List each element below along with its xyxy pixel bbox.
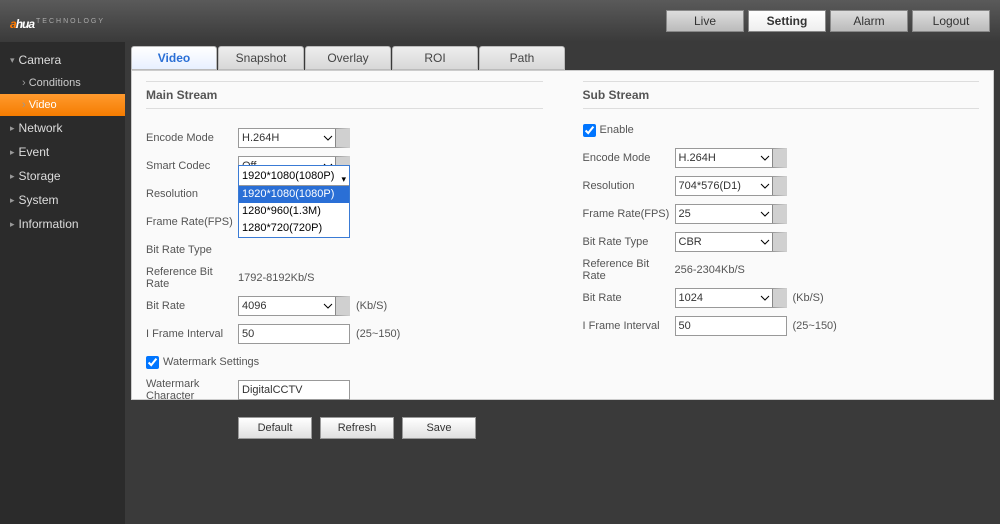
sub-refbr-value: 256-2304Kb/S	[675, 264, 745, 276]
nav-buttons: Live Setting Alarm Logout	[666, 10, 990, 32]
sub-fps-select[interactable]: 25	[675, 204, 787, 224]
nav-setting[interactable]: Setting	[748, 10, 826, 32]
sub-resolution-select[interactable]: 704*576(D1)	[675, 176, 787, 196]
main-panel: Video Snapshot Overlay ROI Path Main Str…	[125, 42, 1000, 524]
sub-brtype-select[interactable]: CBR	[675, 232, 787, 252]
sidebar-event[interactable]: Event	[0, 140, 125, 164]
resolution-current[interactable]: 1920*1080(1080P)	[239, 166, 349, 186]
main-stream-column: Main Stream Encode ModeH.264H Smart Code…	[146, 81, 543, 439]
sub-encode-mode-select[interactable]: H.264H	[675, 148, 787, 168]
nav-live[interactable]: Live	[666, 10, 744, 32]
sub-encode-mode-label: Encode Mode	[583, 152, 675, 164]
resolution-option-720p[interactable]: 1280*720(720P)	[239, 220, 349, 237]
sub-bitrate-select[interactable]: 1024	[675, 288, 787, 308]
sidebar-information[interactable]: Information	[0, 212, 125, 236]
enable-label: Enable	[600, 124, 634, 136]
sidebar-conditions[interactable]: Conditions	[0, 72, 125, 94]
tab-path[interactable]: Path	[479, 46, 565, 70]
header: ahua TECHNOLOGY Live Setting Alarm Logou…	[0, 0, 1000, 42]
nav-alarm[interactable]: Alarm	[830, 10, 908, 32]
logo-subtitle: TECHNOLOGY	[36, 18, 105, 25]
brand-logo: ahua	[10, 8, 34, 34]
tab-snapshot[interactable]: Snapshot	[218, 46, 304, 70]
sub-iframe-suffix: (25~150)	[793, 320, 837, 332]
sub-brtype-label: Bit Rate Type	[583, 236, 675, 248]
tab-video[interactable]: Video	[131, 46, 217, 70]
action-buttons: Default Refresh Save	[238, 417, 543, 439]
sidebar: Camera Conditions Video Network Event St…	[0, 42, 125, 524]
sidebar-storage[interactable]: Storage	[0, 164, 125, 188]
resolution-label: Resolution	[146, 188, 238, 200]
resolution-option-1080p[interactable]: 1920*1080(1080P)	[239, 186, 349, 203]
smart-codec-label: Smart Codec	[146, 160, 238, 172]
sub-bitrate-label: Bit Rate	[583, 292, 675, 304]
bitrate-suffix: (Kb/S)	[356, 300, 387, 312]
iframe-input[interactable]	[238, 324, 350, 344]
bitrate-label: Bit Rate	[146, 300, 238, 312]
brtype-label: Bit Rate Type	[146, 244, 238, 256]
sub-stream-title: Sub Stream	[583, 81, 980, 109]
watermark-label: Watermark Settings	[163, 356, 259, 368]
refresh-button[interactable]: Refresh	[320, 417, 394, 439]
iframe-suffix: (25~150)	[356, 328, 400, 340]
iframe-label: I Frame Interval	[146, 328, 238, 340]
watermark-checkbox[interactable]	[146, 356, 159, 369]
sub-bitrate-suffix: (Kb/S)	[793, 292, 824, 304]
refbr-value: 1792-8192Kb/S	[238, 272, 314, 284]
enable-checkbox[interactable]	[583, 124, 596, 137]
bitrate-select[interactable]: 4096	[238, 296, 350, 316]
resolution-option-13m[interactable]: 1280*960(1.3M)	[239, 203, 349, 220]
sub-iframe-label: I Frame Interval	[583, 320, 675, 332]
default-button[interactable]: Default	[238, 417, 312, 439]
logo-suffix: hua	[16, 17, 34, 31]
sub-stream-column: Sub Stream Enable Encode ModeH.264H Reso…	[583, 81, 980, 439]
nav-logout[interactable]: Logout	[912, 10, 990, 32]
refbr-label: Reference Bit Rate	[146, 266, 238, 290]
sidebar-video[interactable]: Video	[0, 94, 125, 116]
tabs: Video Snapshot Overlay ROI Path	[131, 46, 994, 70]
sub-resolution-label: Resolution	[583, 180, 675, 192]
sidebar-network[interactable]: Network	[0, 116, 125, 140]
main-stream-title: Main Stream	[146, 81, 543, 109]
tab-roi[interactable]: ROI	[392, 46, 478, 70]
encode-mode-label: Encode Mode	[146, 132, 238, 144]
save-button[interactable]: Save	[402, 417, 476, 439]
wmchar-label: Watermark Character	[146, 378, 238, 402]
sub-fps-label: Frame Rate(FPS)	[583, 208, 675, 220]
sidebar-system[interactable]: System	[0, 188, 125, 212]
sub-iframe-input[interactable]	[675, 316, 787, 336]
resolution-dropdown-open[interactable]: 1920*1080(1080P) 1920*1080(1080P) 1280*9…	[238, 165, 350, 238]
sub-refbr-label: Reference Bit Rate	[583, 258, 675, 282]
wmchar-input[interactable]	[238, 380, 350, 400]
fps-label: Frame Rate(FPS)	[146, 216, 238, 228]
tab-overlay[interactable]: Overlay	[305, 46, 391, 70]
settings-panel: Main Stream Encode ModeH.264H Smart Code…	[131, 70, 994, 400]
sidebar-camera[interactable]: Camera	[0, 48, 125, 72]
encode-mode-select[interactable]: H.264H	[238, 128, 350, 148]
